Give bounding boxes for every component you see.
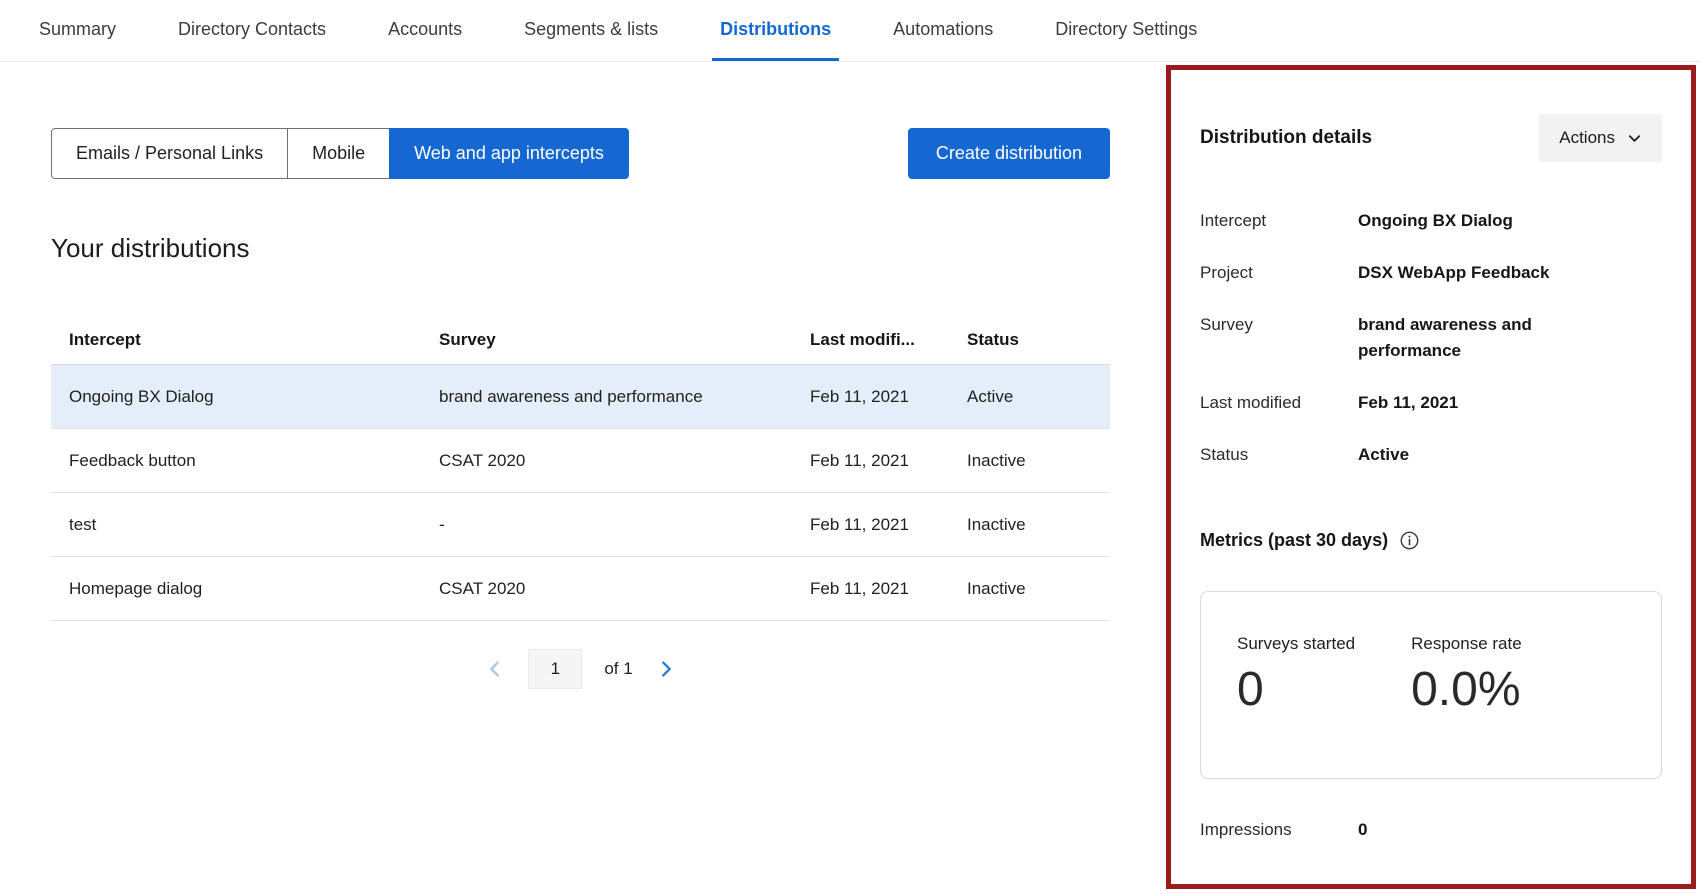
chevron-down-icon [1627, 131, 1642, 146]
cell-intercept: test [51, 493, 421, 557]
segment-web-and-app-intercepts[interactable]: Web and app intercepts [389, 128, 629, 179]
metrics-header: Metrics (past 30 days) [1200, 530, 1662, 551]
impressions-row: Impressions 0 [1200, 817, 1662, 843]
cell-status: Inactive [949, 557, 1110, 621]
field-intercept: Intercept Ongoing BX Dialog [1200, 208, 1662, 234]
metric-value: 0.0% [1411, 662, 1522, 717]
tab-directory-settings[interactable]: Directory Settings [1047, 0, 1205, 61]
distributions-toolbar: Emails / Personal Links Mobile Web and a… [51, 128, 1110, 179]
distribution-details-panel: Distribution details Actions Intercept O… [1166, 65, 1696, 889]
metrics-title: Metrics (past 30 days) [1200, 530, 1388, 551]
tab-distributions[interactable]: Distributions [712, 0, 839, 61]
tab-accounts[interactable]: Accounts [380, 0, 470, 61]
field-value: DSX WebApp Feedback [1358, 260, 1549, 286]
actions-button[interactable]: Actions [1539, 114, 1662, 162]
field-last-modified: Last modified Feb 11, 2021 [1200, 390, 1662, 416]
cell-last-modified: Feb 11, 2021 [792, 429, 949, 493]
metric-value: 0 [1237, 662, 1355, 717]
top-navigation: Summary Directory Contacts Accounts Segm… [0, 0, 1700, 62]
cell-survey: CSAT 2020 [421, 557, 792, 621]
cell-status: Active [949, 365, 1110, 429]
tab-segments-lists[interactable]: Segments & lists [516, 0, 666, 61]
field-value: Active [1358, 442, 1409, 468]
metric-label: Response rate [1411, 634, 1522, 654]
cell-last-modified: Feb 11, 2021 [792, 365, 949, 429]
chevron-right-icon[interactable] [655, 658, 677, 680]
details-header: Distribution details Actions [1200, 114, 1662, 162]
cell-intercept: Homepage dialog [51, 557, 421, 621]
actions-label: Actions [1559, 128, 1615, 148]
details-fields: Intercept Ongoing BX Dialog Project DSX … [1200, 208, 1662, 468]
field-label: Survey [1200, 312, 1358, 364]
field-project: Project DSX WebApp Feedback [1200, 260, 1662, 286]
field-value: Ongoing BX Dialog [1358, 208, 1513, 234]
pagination: of 1 [51, 649, 1110, 689]
segment-mobile[interactable]: Mobile [287, 128, 390, 179]
cell-last-modified: Feb 11, 2021 [792, 557, 949, 621]
distribution-type-segmented-control: Emails / Personal Links Mobile Web and a… [51, 128, 629, 179]
page-number-input[interactable] [528, 649, 582, 689]
column-header-intercept: Intercept [51, 314, 421, 365]
field-value: Feb 11, 2021 [1358, 390, 1458, 416]
tab-directory-contacts[interactable]: Directory Contacts [170, 0, 334, 61]
impressions-label: Impressions [1200, 817, 1358, 843]
segment-emails-personal-links[interactable]: Emails / Personal Links [51, 128, 288, 179]
table-row[interactable]: Feedback button CSAT 2020 Feb 11, 2021 I… [51, 429, 1110, 493]
page-title: Your distributions [51, 233, 1110, 264]
tab-automations[interactable]: Automations [885, 0, 1001, 61]
field-status: Status Active [1200, 442, 1662, 468]
create-distribution-button[interactable]: Create distribution [908, 128, 1110, 179]
tab-summary[interactable]: Summary [31, 0, 124, 61]
column-header-survey: Survey [421, 314, 792, 365]
impressions-value: 0 [1358, 817, 1367, 843]
column-header-status: Status [949, 314, 1110, 365]
distributions-table: Intercept Survey Last modifi... Status O… [51, 314, 1110, 621]
table-header-row: Intercept Survey Last modifi... Status [51, 314, 1110, 365]
metric-label: Surveys started [1237, 634, 1355, 654]
cell-last-modified: Feb 11, 2021 [792, 493, 949, 557]
table-row[interactable]: Ongoing BX Dialog brand awareness and pe… [51, 365, 1110, 429]
field-label: Intercept [1200, 208, 1358, 234]
distributions-content: Emails / Personal Links Mobile Web and a… [51, 62, 1110, 689]
field-label: Status [1200, 442, 1358, 468]
cell-status: Inactive [949, 429, 1110, 493]
field-value: brand awareness and performance [1358, 312, 1620, 364]
column-header-last-modified: Last modifi... [792, 314, 949, 365]
cell-survey: CSAT 2020 [421, 429, 792, 493]
details-title: Distribution details [1200, 127, 1372, 149]
field-survey: Survey brand awareness and performance [1200, 312, 1662, 364]
table-row[interactable]: Homepage dialog CSAT 2020 Feb 11, 2021 I… [51, 557, 1110, 621]
table-row[interactable]: test - Feb 11, 2021 Inactive [51, 493, 1110, 557]
field-label: Last modified [1200, 390, 1358, 416]
cell-status: Inactive [949, 493, 1110, 557]
metric-response-rate: Response rate 0.0% [1411, 634, 1522, 778]
chevron-left-icon[interactable] [484, 658, 506, 680]
field-label: Project [1200, 260, 1358, 286]
metrics-card: Surveys started 0 Response rate 0.0% [1200, 591, 1662, 779]
info-icon[interactable] [1400, 531, 1419, 550]
cell-intercept: Feedback button [51, 429, 421, 493]
cell-survey: - [421, 493, 792, 557]
cell-survey: brand awareness and performance [421, 365, 792, 429]
page-count-label: of 1 [604, 659, 632, 679]
cell-intercept: Ongoing BX Dialog [51, 365, 421, 429]
metric-surveys-started: Surveys started 0 [1237, 634, 1355, 778]
